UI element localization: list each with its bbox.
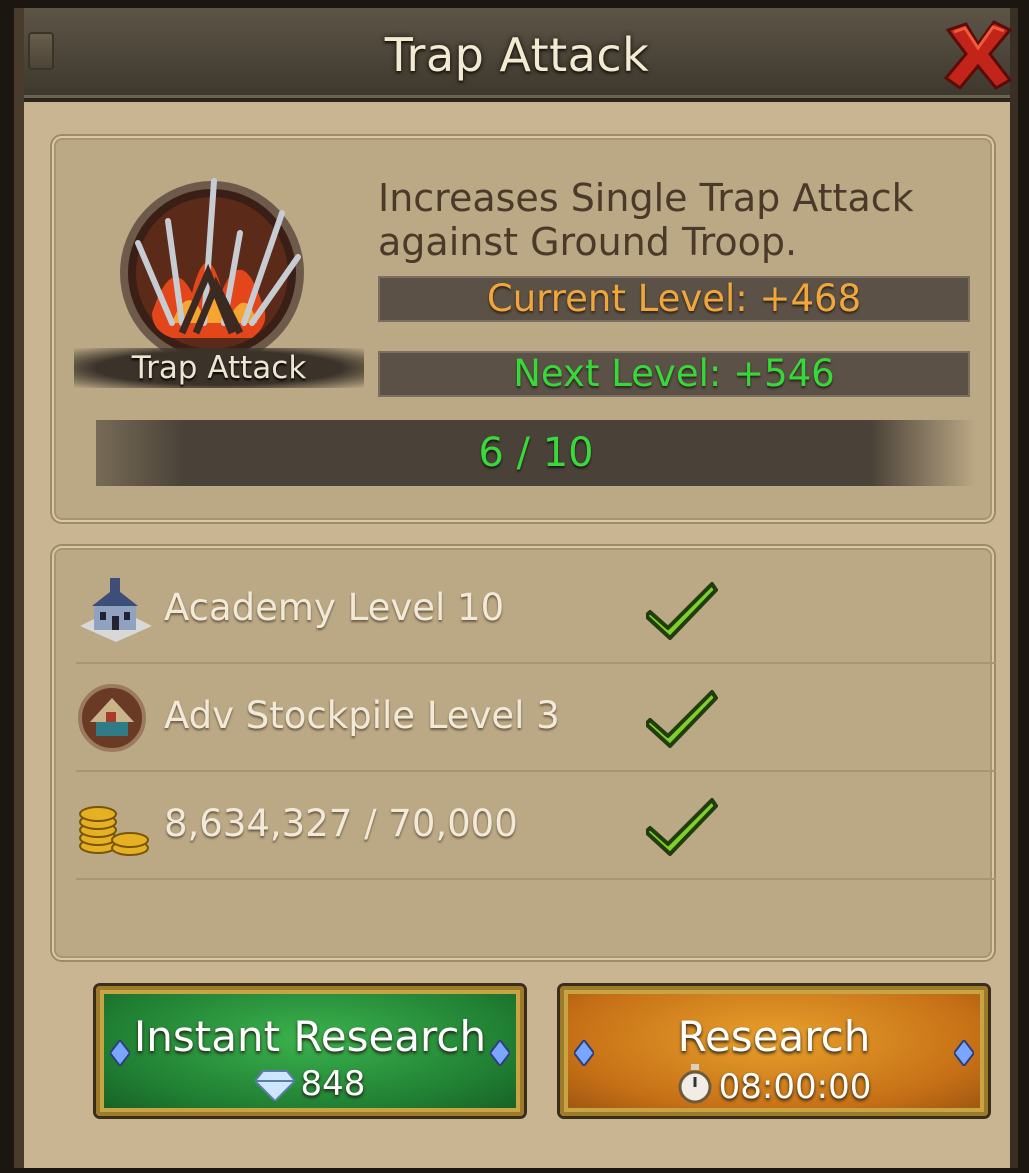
check-icon <box>644 578 718 640</box>
requirement-label: Adv Stockpile Level 3 <box>164 694 560 737</box>
close-button[interactable] <box>938 16 1016 94</box>
diamond-icon <box>253 1070 296 1103</box>
gold-coins-icon <box>76 790 154 860</box>
close-icon <box>943 20 1013 91</box>
research-dialog: Trap Attack Trap Attack Increases Single… <box>14 8 1018 1168</box>
level-progress-text: 6 / 10 <box>478 430 594 476</box>
instant-research-button[interactable]: Instant Research 848 <box>96 986 524 1116</box>
research-time-row: 08:00:00 <box>564 1064 984 1107</box>
research-time: 08:00:00 <box>718 1067 872 1107</box>
stopwatch-icon <box>678 1064 712 1104</box>
requirement-row: Adv Stockpile Level 3 <box>76 664 996 772</box>
research-label: Research <box>677 1012 871 1061</box>
check-icon <box>644 686 718 748</box>
research-button[interactable]: Research 08:00:00 <box>560 986 988 1116</box>
trap-attack-icon <box>112 173 312 365</box>
requirement-row: Academy Level 10 <box>76 556 996 664</box>
page-title: Trap Attack <box>384 28 650 82</box>
requirement-label: Academy Level 10 <box>164 586 505 629</box>
skill-name-label: Trap Attack <box>74 348 364 388</box>
current-level: Current Level: +468 <box>378 276 970 322</box>
requirement-row: 8,634,327 / 70,000 <box>76 772 996 880</box>
academy-icon <box>76 574 154 644</box>
next-level: Next Level: +546 <box>378 351 970 397</box>
check-icon <box>644 794 718 856</box>
requirement-label: 8,634,327 / 70,000 <box>164 802 518 845</box>
stockpile-icon <box>76 682 154 752</box>
skill-description: Increases Single Trap Attack against Gro… <box>378 176 914 264</box>
instant-research-cost: 848 <box>300 1064 366 1104</box>
level-progress-bar: 6 / 10 <box>96 420 976 486</box>
screen-frame: Trap Attack Trap Attack Increases Single… <box>0 0 1029 1173</box>
instant-research-label: Instant Research <box>133 1012 487 1061</box>
instant-research-cost-row: 848 <box>100 1064 520 1104</box>
dialog-header: Trap Attack <box>24 8 1013 102</box>
